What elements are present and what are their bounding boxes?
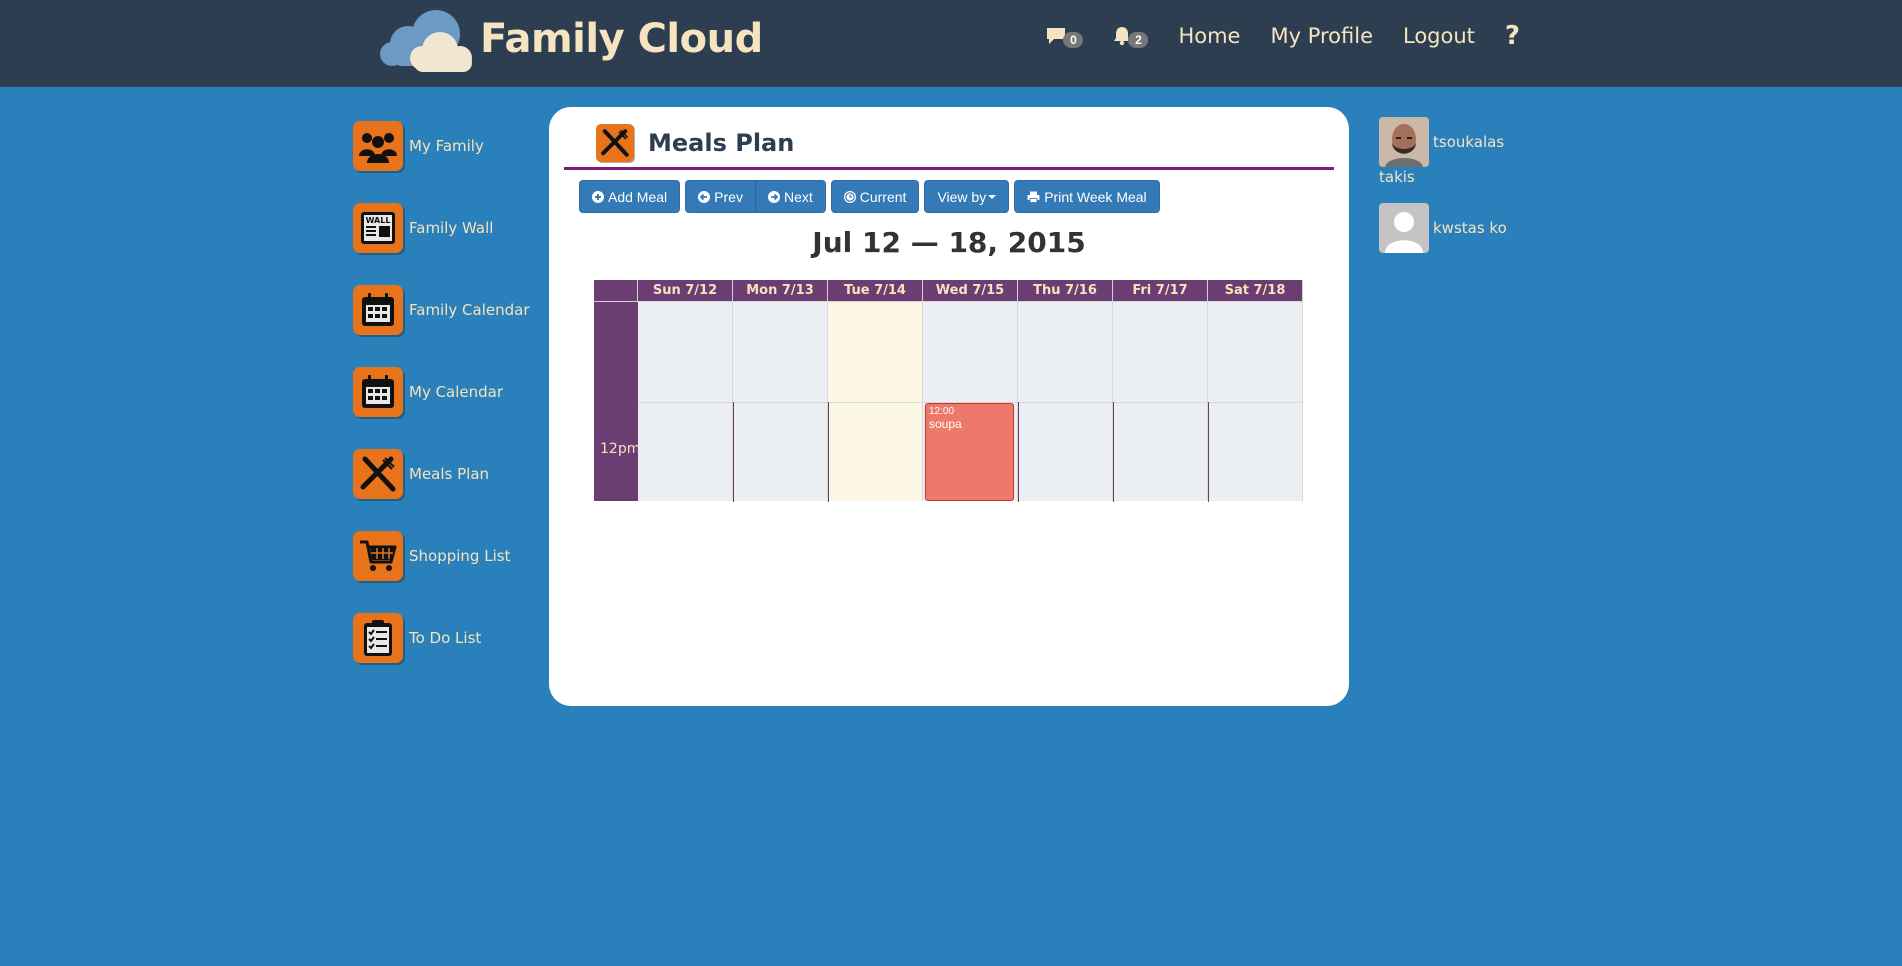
cloud-logo-icon (380, 10, 472, 72)
week-range-title: Jul 12 — 18, 2015 (812, 226, 1086, 259)
sidebar-item-meals-plan[interactable]: Meals Plan (353, 448, 543, 500)
print-week-meal-button[interactable]: Print Week Meal (1014, 180, 1160, 213)
nav-profile-link[interactable]: My Profile (1270, 24, 1373, 48)
sidebar-item-label: Shopping List (409, 547, 511, 565)
sidebar-item-label: To Do List (409, 629, 482, 647)
placeholder-avatar (1379, 203, 1429, 253)
wall-icon: WALL (353, 203, 403, 253)
family-member[interactable]: tsoukalas takis (1379, 117, 1539, 186)
help-button[interactable]: ? (1505, 21, 1520, 51)
sidebar-item-label: Family Wall (409, 219, 494, 237)
family-member[interactable]: kwstas ko (1379, 203, 1539, 253)
caret-down-icon (988, 194, 997, 199)
fork-knife-icon (353, 449, 403, 499)
time-slot-label: 12pm (600, 441, 641, 457)
top-navbar: Family Cloud 0 2 Home My Profile Logout … (0, 0, 1902, 87)
meal-event[interactable]: 12:00 soupa (925, 403, 1014, 501)
notifications-button[interactable]: 2 (1113, 24, 1149, 48)
print-label: Print Week Meal (1044, 188, 1147, 205)
day-header[interactable]: Mon 7/13 (733, 280, 828, 301)
prev-next-group: Prev Next (685, 180, 826, 213)
svg-text:WALL: WALL (366, 216, 391, 225)
brand[interactable]: Family Cloud (378, 4, 763, 74)
current-label: Current (859, 188, 907, 205)
current-button[interactable]: Current (830, 180, 920, 213)
day-header[interactable]: Sat 7/18 (1208, 280, 1303, 301)
sidebar-item-my-family[interactable]: My Family (353, 120, 543, 172)
day-column[interactable] (1208, 301, 1303, 502)
add-meal-button[interactable]: Add Meal (579, 180, 681, 213)
day-header[interactable]: Sun 7/12 (638, 280, 733, 301)
messages-badge: 0 (1063, 32, 1084, 48)
meals-plan-panel: Meals Plan Add Meal Prev Next Current Vi… (549, 107, 1349, 706)
sidebar-item-shopping-list[interactable]: Shopping List (353, 530, 543, 582)
day-header[interactable]: Wed 7/15 (923, 280, 1018, 301)
sidebar-item-family-wall[interactable]: WALL Family Wall (353, 202, 543, 254)
panel-header: Meals Plan (564, 119, 1334, 170)
printer-icon (1027, 191, 1040, 203)
nav-right: 0 2 Home My Profile Logout ? (1046, 18, 1520, 54)
plus-circle-icon (592, 190, 604, 203)
day-column[interactable] (733, 301, 828, 502)
next-button[interactable]: Next (755, 180, 826, 213)
prev-button[interactable]: Prev (685, 180, 756, 213)
nav-home-link[interactable]: Home (1178, 24, 1240, 48)
arrow-left-circle-icon (698, 190, 711, 203)
page-title: Meals Plan (648, 129, 795, 157)
clock-icon (843, 190, 856, 203)
day-column[interactable] (1113, 301, 1208, 502)
sidebar-item-my-calendar[interactable]: My Calendar (353, 366, 543, 418)
day-column[interactable] (1018, 301, 1113, 502)
calendar-axis-header (594, 280, 638, 301)
calendar-body: 12pm 12:00 soupa (594, 301, 1303, 502)
checklist-icon (353, 613, 403, 663)
sidebar-item-label: My Family (409, 137, 484, 155)
brand-title: Family Cloud (480, 16, 763, 62)
sidebar-item-label: Family Calendar (409, 301, 530, 319)
sidebar: My Family WALL Family Wall Family Calend… (353, 120, 543, 694)
sidebar-item-to-do-list[interactable]: To Do List (353, 612, 543, 664)
calendar-header-row: Sun 7/12 Mon 7/13 Tue 7/14 Wed 7/15 Thu … (594, 280, 1303, 301)
fork-knife-icon (596, 124, 634, 162)
arrow-right-circle-icon (767, 190, 780, 203)
calendar-icon (353, 367, 403, 417)
member-name: kwstas ko (1433, 219, 1507, 237)
day-column-today[interactable] (828, 301, 923, 502)
view-by-dropdown[interactable]: View by (924, 180, 1010, 213)
member-name-continued: takis (1379, 168, 1415, 186)
sidebar-item-label: Meals Plan (409, 465, 490, 483)
cart-icon (353, 531, 403, 581)
nav-logout-link[interactable]: Logout (1403, 24, 1475, 48)
member-name: tsoukalas (1433, 133, 1505, 151)
day-header[interactable]: Fri 7/17 (1113, 280, 1208, 301)
meal-event-title: soupa (929, 417, 962, 431)
notifications-badge: 2 (1128, 32, 1149, 48)
day-header[interactable]: Tue 7/14 (828, 280, 923, 301)
prev-label: Prev (714, 188, 743, 205)
sidebar-item-family-calendar[interactable]: Family Calendar (353, 284, 543, 336)
day-header[interactable]: Thu 7/16 (1018, 280, 1113, 301)
week-calendar: Sun 7/12 Mon 7/13 Tue 7/14 Wed 7/15 Thu … (594, 280, 1303, 502)
calendar-icon (353, 285, 403, 335)
day-column[interactable] (638, 301, 733, 501)
view-by-label: View by (937, 188, 987, 205)
photo-avatar (1379, 117, 1429, 167)
calendar-toolbar: Add Meal Prev Next Current View by Print… (579, 180, 1165, 213)
sidebar-item-label: My Calendar (409, 383, 504, 401)
meal-event-time: 12:00 (929, 406, 955, 417)
add-meal-label: Add Meal (608, 188, 668, 205)
day-column[interactable]: 12:00 soupa (923, 301, 1018, 501)
family-icon (353, 121, 403, 171)
time-axis: 12pm (594, 301, 641, 501)
family-members-list: tsoukalas takis kwstas ko (1379, 117, 1539, 270)
messages-button[interactable]: 0 (1046, 24, 1084, 48)
next-label: Next (783, 188, 813, 205)
